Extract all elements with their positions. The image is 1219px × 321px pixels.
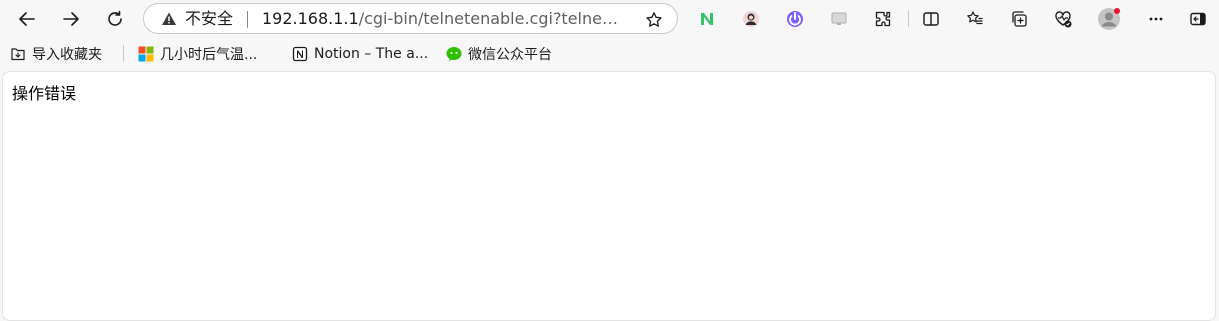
bookmark-import-favorites[interactable]: 导入收藏夹 [10,43,102,65]
bookmarks-separator [123,45,124,62]
profile-button[interactable] [1094,4,1124,34]
sidebar-icon [1190,12,1206,26]
extension-screen-button[interactable] [824,4,854,34]
browser-toolbar: 不安全 192.168.1.1/cgi-bin/telnetenable.cgi… [0,0,1219,38]
collections-icon [1012,11,1027,27]
bookmark-wechat[interactable]: 微信公众平台 [446,43,552,65]
arrow-right-icon [63,12,79,26]
extension-avatar-button[interactable] [736,4,766,34]
split-screen-button[interactable] [916,4,946,34]
extension-avatar-icon [743,11,759,27]
extension-n-button[interactable] [692,4,722,34]
bookmarks-bar: 导入收藏夹 几小时后气温... Notion – The a... 微信公众平台 [0,38,1219,70]
settings-more-button[interactable] [1141,4,1171,34]
security-status-label[interactable]: 不安全 [185,9,233,29]
refresh-button[interactable] [100,4,130,34]
import-favorites-icon [10,46,26,62]
heart-pulse-icon [1055,11,1072,28]
address-bar[interactable]: 不安全 192.168.1.1/cgi-bin/telnetenable.cgi… [143,3,678,34]
omnibox-divider [247,11,248,28]
bookmark-weather[interactable]: 几小时后气温... [138,43,257,65]
extension-n-icon [701,13,713,25]
extension-power-icon [787,11,803,27]
add-favorite-button[interactable] [643,9,665,31]
notion-logo-icon [292,46,308,62]
bookmark-label: 几小时后气温... [160,47,258,63]
error-message: 操作错误 [12,84,77,103]
bookmark-label: 导入收藏夹 [32,47,102,63]
windows-logo-icon [138,46,154,62]
extension-screen-icon [831,12,847,25]
page-content: 操作错误 [2,71,1216,321]
url-host: 192.168.1.1 [262,9,359,28]
back-button[interactable] [12,4,42,34]
extension-power-button[interactable] [780,4,810,34]
notification-dot [1114,8,1120,14]
star-outline-icon [646,12,662,27]
extensions-button[interactable] [868,4,898,34]
refresh-icon [108,10,122,26]
arrow-left-icon [19,12,35,26]
favorites-icon [967,11,983,25]
url-text[interactable]: 192.168.1.1/cgi-bin/telnetenable.cgi?tel… [262,9,624,29]
collections-button[interactable] [1004,4,1034,34]
toolbar-separator [908,10,909,27]
sidebar-toggle-button[interactable] [1183,4,1213,34]
more-horizontal-icon [1149,17,1163,21]
favorites-button[interactable] [960,4,990,34]
wechat-logo-icon [446,46,462,62]
bookmark-notion[interactable]: Notion – The a... [292,43,428,65]
bookmark-label: Notion – The a... [314,46,429,62]
split-screen-icon [923,12,939,26]
url-path: /cgi-bin/telnetenable.cgi?telnet… [358,9,624,28]
bookmark-label: 微信公众平台 [468,47,552,63]
puzzle-icon [875,11,891,27]
warning-icon[interactable] [161,11,177,27]
browser-essentials-button[interactable] [1048,4,1078,34]
forward-button[interactable] [56,4,86,34]
